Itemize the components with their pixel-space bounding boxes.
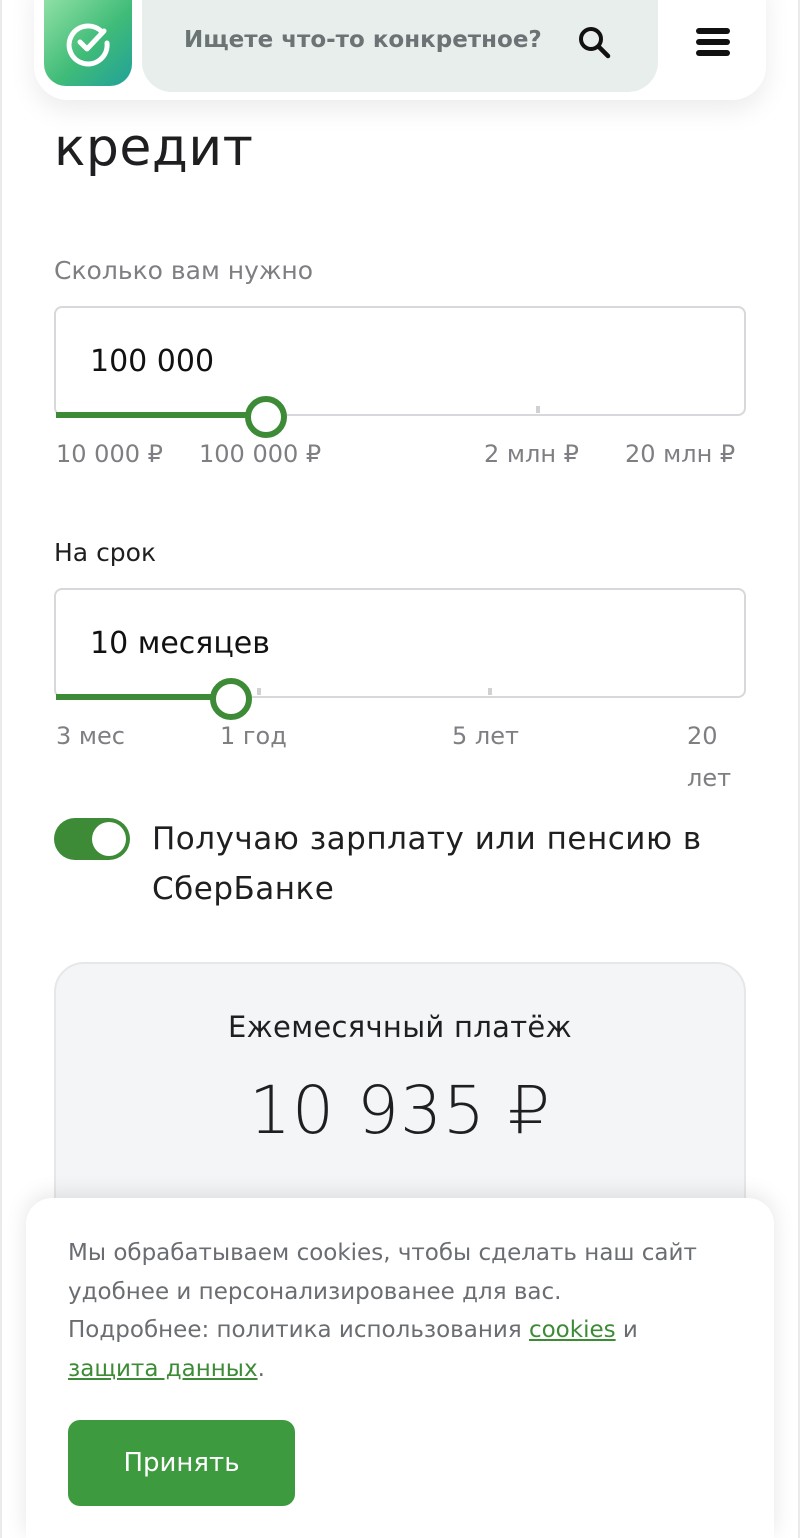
term-input[interactable]: 10 месяцев bbox=[90, 626, 490, 661]
term-slider-tick bbox=[257, 688, 261, 695]
amount-slider-thumb[interactable] bbox=[245, 396, 287, 438]
term-tick-max-unit: лет bbox=[687, 764, 732, 792]
payment-value: 10 935 ₽ bbox=[249, 1072, 551, 1149]
cookie-text-and: и bbox=[615, 1317, 638, 1343]
amount-tick-min: 10 000 ₽ bbox=[56, 440, 163, 468]
search-icon[interactable] bbox=[576, 24, 612, 60]
amount-tick-current: 100 000 ₽ bbox=[199, 440, 322, 468]
term-tick-max: 20 bbox=[687, 722, 718, 750]
amount-input[interactable]: 100 000 bbox=[90, 344, 490, 379]
amount-slider-tick bbox=[536, 406, 540, 413]
payment-title: Ежемесячный платёж bbox=[228, 1010, 572, 1044]
term-tick-5years: 5 лет bbox=[452, 722, 519, 750]
term-field[interactable]: 10 месяцев bbox=[54, 588, 746, 720]
amount-tick-2mln: 2 млн ₽ bbox=[484, 440, 579, 468]
cookies-policy-link[interactable]: cookies bbox=[529, 1317, 616, 1343]
sber-logo[interactable] bbox=[44, 0, 132, 86]
salary-toggle-label: Получаю зарплату или пенсию в СберБанке bbox=[152, 821, 702, 907]
cookie-banner: Мы обрабатываем cookies, чтобы сделать н… bbox=[26, 1198, 774, 1538]
salary-toggle-knob bbox=[92, 822, 126, 856]
amount-label: Сколько вам нужно bbox=[54, 256, 314, 285]
accept-button[interactable]: Принять bbox=[68, 1420, 295, 1506]
term-tick-min: 3 мес bbox=[56, 722, 125, 750]
search-input[interactable]: Ищете что-то конкретное? bbox=[184, 27, 542, 53]
term-slider-thumb[interactable] bbox=[210, 678, 252, 720]
term-label: На срок bbox=[54, 538, 157, 567]
term-tick-1year: 1 год bbox=[220, 722, 287, 750]
amount-tick-max: 20 млн ₽ bbox=[625, 440, 736, 468]
page-title: кредит bbox=[54, 118, 254, 178]
salary-toggle[interactable] bbox=[54, 818, 130, 860]
privacy-link[interactable]: защита данных bbox=[68, 1356, 258, 1382]
term-slider-fill bbox=[56, 694, 232, 700]
menu-icon[interactable] bbox=[694, 24, 732, 60]
term-slider-tick bbox=[488, 688, 492, 695]
cookie-text-end: . bbox=[257, 1355, 265, 1382]
sber-logo-icon bbox=[66, 23, 110, 67]
amount-field[interactable]: 100 000 bbox=[54, 306, 746, 438]
amount-slider-fill bbox=[56, 412, 266, 418]
cookie-text: Мы обрабатываем cookies, чтобы сделать н… bbox=[68, 1234, 708, 1388]
search-box[interactable]: Ищете что-то конкретное? bbox=[142, 0, 658, 92]
